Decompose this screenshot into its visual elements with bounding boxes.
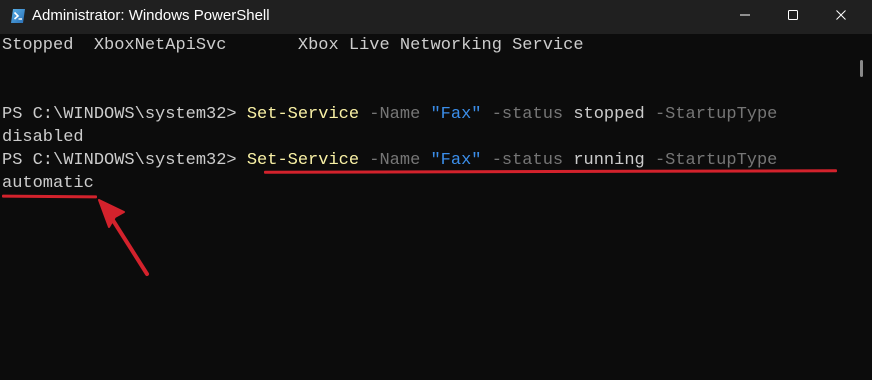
- maximize-button[interactable]: [770, 0, 816, 34]
- command-line-1-wrap: disabled: [2, 126, 84, 149]
- title-bar[interactable]: Administrator: Windows PowerShell: [0, 0, 872, 34]
- service-name: XboxNetApiSvc: [93, 36, 227, 55]
- service-status: Stopped: [2, 36, 74, 55]
- prompt: PS C:\WINDOWS\system32>: [2, 105, 247, 124]
- parameter: -StartupType: [644, 105, 778, 124]
- parameter: -Name: [359, 151, 431, 170]
- scrollbar[interactable]: [853, 34, 872, 380]
- argument: stopped: [573, 105, 645, 124]
- parameter: -status: [481, 105, 574, 124]
- powershell-window: Administrator: Windows PowerShell Stoppe…: [0, 0, 872, 380]
- powershell-icon: [10, 8, 26, 24]
- scrollbar-thumb[interactable]: [860, 60, 863, 77]
- string-argument: "Fax": [430, 151, 482, 170]
- command-line-1: PS C:\WINDOWS\system32> Set-Service -Nam…: [2, 103, 777, 126]
- service-status-line: Stopped XboxNetApiSvc Xbox Live Networki…: [2, 34, 584, 57]
- cmdlet: Set-Service: [246, 151, 360, 170]
- red-arrow-icon: [95, 196, 155, 278]
- argument: disabled: [2, 128, 84, 147]
- parameter: -Name: [359, 105, 431, 124]
- close-button[interactable]: [818, 0, 864, 34]
- service-display-name: Xbox Live Networking Service: [297, 36, 584, 55]
- command-line-2-wrap: automatic: [2, 172, 94, 195]
- parameter: -StartupType: [644, 151, 778, 170]
- maximize-icon: [787, 8, 799, 26]
- parameter: -status: [481, 151, 574, 170]
- string-argument: "Fax": [430, 105, 482, 124]
- close-icon: [835, 8, 847, 26]
- command-line-2: PS C:\WINDOWS\system32> Set-Service -Nam…: [2, 149, 777, 172]
- prompt: PS C:\WINDOWS\system32>: [2, 151, 247, 170]
- minimize-icon: [739, 8, 751, 26]
- window-title: Administrator: Windows PowerShell: [32, 7, 270, 24]
- cmdlet: Set-Service: [246, 105, 360, 124]
- minimize-button[interactable]: [722, 0, 768, 34]
- argument: automatic: [2, 174, 94, 193]
- argument: running: [573, 151, 645, 170]
